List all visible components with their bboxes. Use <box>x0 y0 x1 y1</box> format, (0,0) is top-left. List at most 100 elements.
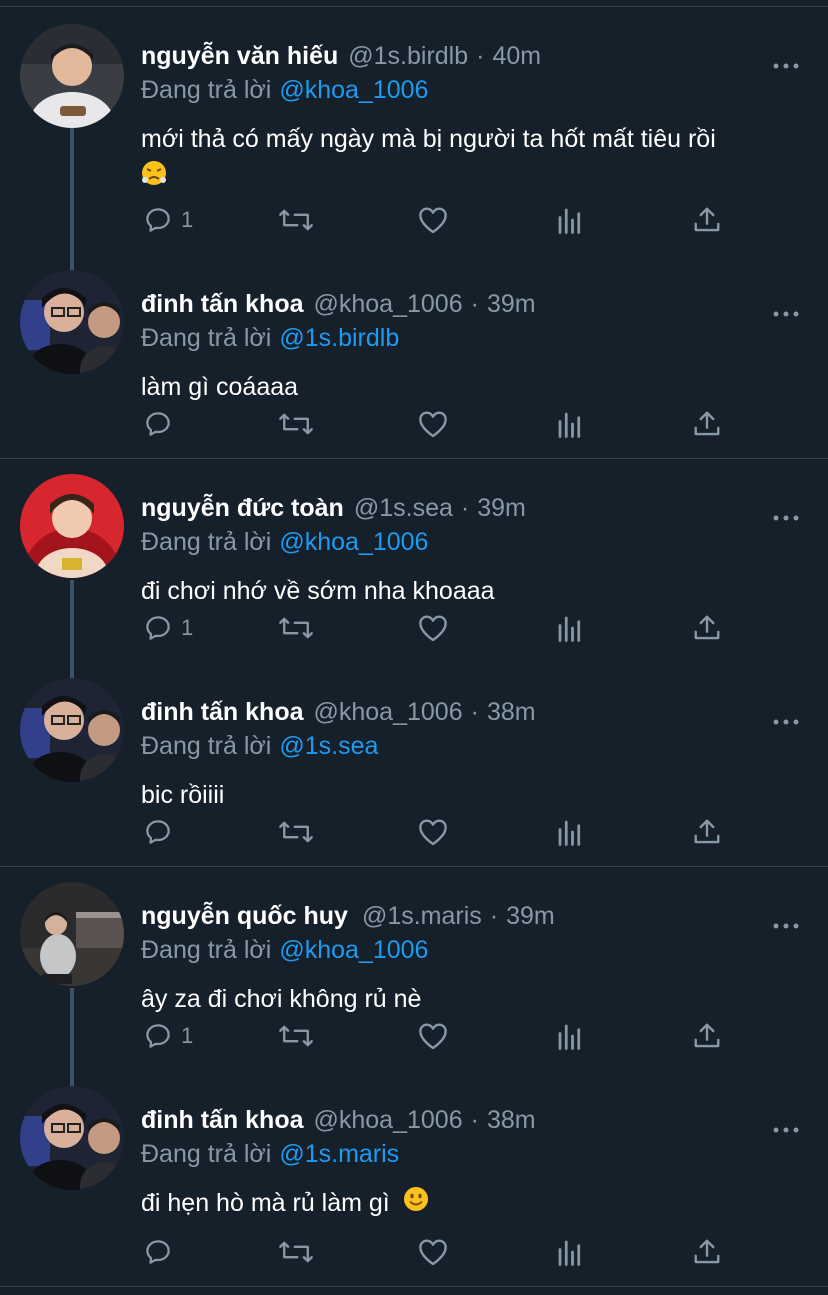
user-handle[interactable]: @khoa_1006 <box>314 698 463 726</box>
views-icon <box>556 409 584 439</box>
display-name[interactable]: đinh tấn khoa <box>141 1106 304 1134</box>
views-button[interactable] <box>556 404 584 444</box>
more-dots-icon[interactable] <box>772 714 800 725</box>
retweet-button[interactable] <box>279 812 313 852</box>
retweet-button[interactable] <box>279 404 313 444</box>
mention-link[interactable]: @khoa_1006 <box>279 528 428 556</box>
avatar[interactable] <box>20 24 124 128</box>
timestamp[interactable]: 40m <box>492 42 541 70</box>
reply-button[interactable]: 1 <box>143 608 193 648</box>
timestamp[interactable]: 38m <box>487 698 536 726</box>
reply-button[interactable] <box>143 812 181 852</box>
share-button[interactable] <box>692 812 722 852</box>
share-icon <box>692 1237 722 1267</box>
views-button[interactable] <box>556 1232 584 1272</box>
reply-button[interactable]: 1 <box>143 200 193 240</box>
mention-link[interactable]: @1s.birdlb <box>279 324 399 352</box>
tweet-text: bic rồiiii <box>141 781 225 809</box>
replying-to-label: Đang trả lời <box>141 1140 272 1168</box>
like-button[interactable] <box>417 812 449 852</box>
display-name[interactable]: nguyễn đức toàn <box>141 494 344 522</box>
user-handle[interactable]: @khoa_1006 <box>314 1106 463 1134</box>
like-button[interactable] <box>417 1232 449 1272</box>
retweet-button[interactable] <box>279 200 313 240</box>
tweet-text: mới thả có mấy ngày mà bị người ta hốt m… <box>141 125 716 153</box>
avatar[interactable] <box>20 474 124 578</box>
retweet-icon <box>279 1237 313 1267</box>
mention-link[interactable]: @khoa_1006 <box>279 76 428 104</box>
user-handle[interactable]: @khoa_1006 <box>314 290 463 318</box>
timestamp[interactable]: 39m <box>487 290 536 318</box>
display-name[interactable]: nguyễn quốc huy <box>141 902 348 930</box>
views-icon <box>556 1021 584 1051</box>
reply-button[interactable] <box>143 404 181 444</box>
reply-count: 1 <box>181 207 194 232</box>
mention-link[interactable]: @khoa_1006 <box>279 936 428 964</box>
timestamp[interactable]: 39m <box>477 494 526 522</box>
views-button[interactable] <box>556 1016 584 1056</box>
like-button[interactable] <box>417 404 449 444</box>
user-handle[interactable]: @1s.maris <box>362 902 482 930</box>
display-name[interactable]: đinh tấn khoa <box>141 698 304 726</box>
share-icon <box>692 409 722 439</box>
replying-to-label: Đang trả lời <box>141 324 272 352</box>
separator-dot: · <box>460 494 470 522</box>
separator-dot: · <box>489 902 499 930</box>
views-button[interactable] <box>556 812 584 852</box>
more-dots-icon[interactable] <box>772 510 800 521</box>
reply-button[interactable]: 1 <box>143 1016 193 1056</box>
reply-icon <box>143 205 173 235</box>
retweet-icon <box>279 817 313 847</box>
timestamp[interactable]: 39m <box>506 902 555 930</box>
more-dots-icon[interactable] <box>772 58 800 69</box>
avatar[interactable] <box>20 882 124 986</box>
heart-icon <box>417 613 449 643</box>
views-icon <box>556 817 584 847</box>
share-icon <box>692 613 722 643</box>
top-divider <box>0 0 828 7</box>
views-button[interactable] <box>556 608 584 648</box>
retweet-icon <box>279 1021 313 1051</box>
share-button[interactable] <box>692 404 722 444</box>
timestamp[interactable]: 38m <box>487 1106 536 1134</box>
separator-dot: · <box>470 1106 479 1134</box>
retweet-button[interactable] <box>279 1016 313 1056</box>
mention-link[interactable]: @1s.maris <box>279 1140 399 1168</box>
replying-to-label: Đang trả lời <box>141 936 272 964</box>
reply-button[interactable] <box>143 1232 181 1272</box>
avatar[interactable] <box>20 1086 124 1190</box>
share-button[interactable] <box>692 200 722 240</box>
like-button[interactable] <box>417 1016 449 1056</box>
share-button[interactable] <box>692 608 722 648</box>
user-handle[interactable]: @1s.sea <box>354 494 453 522</box>
avatar[interactable] <box>20 270 124 374</box>
reply-icon <box>143 1021 173 1051</box>
mention-link[interactable]: @1s.sea <box>279 732 378 760</box>
reply-count: 1 <box>181 1023 194 1048</box>
user-handle[interactable]: @1s.birdlb <box>348 42 468 70</box>
retweet-button[interactable] <box>279 1232 313 1272</box>
retweet-button[interactable] <box>279 608 313 648</box>
reply-icon <box>143 1237 173 1267</box>
share-button[interactable] <box>692 1016 722 1056</box>
share-icon <box>692 817 722 847</box>
reply-count: 1 <box>181 615 194 640</box>
more-dots-icon[interactable] <box>772 918 800 929</box>
display-name[interactable]: đinh tấn khoa <box>141 290 304 318</box>
share-icon <box>692 1021 722 1051</box>
like-button[interactable] <box>417 608 449 648</box>
retweet-icon <box>279 613 313 643</box>
views-button[interactable] <box>556 200 584 240</box>
display-name[interactable]: nguyễn văn hiếu <box>141 42 338 70</box>
tweet-text: làm gì coáaaa <box>141 373 299 401</box>
more-dots-icon[interactable] <box>772 306 800 317</box>
reply-icon <box>143 409 173 439</box>
reply-icon <box>143 817 173 847</box>
heart-icon <box>417 1021 449 1051</box>
like-button[interactable] <box>417 200 449 240</box>
avatar[interactable] <box>20 678 124 782</box>
share-button[interactable] <box>692 1232 722 1272</box>
more-dots-icon[interactable] <box>772 1122 800 1133</box>
huffing-face-emoji <box>141 159 167 197</box>
thread-divider <box>0 458 828 459</box>
